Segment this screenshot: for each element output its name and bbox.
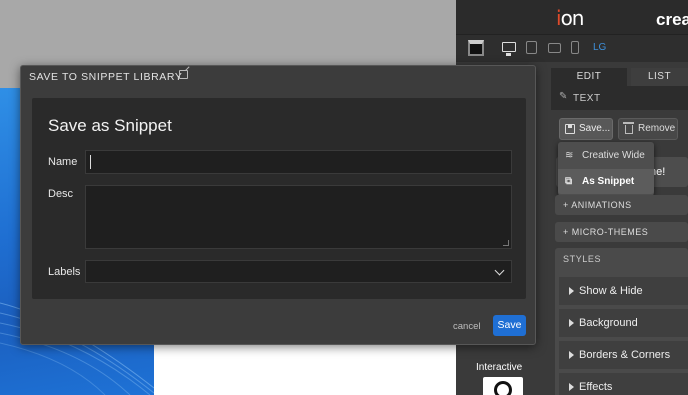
text-caret [90,155,91,169]
style-row-show-hide[interactable]: Show & Hide [559,277,688,305]
desc-textarea[interactable] [85,185,512,249]
style-row-effects[interactable]: Effects [559,373,688,395]
expand-triangle-icon [569,383,574,391]
expand-triangle-icon [569,287,574,295]
desc-label: Desc [48,188,74,200]
tablet-icon[interactable] [526,41,537,54]
desktop-icon[interactable] [502,42,516,56]
save-dropdown-menu: ≋ Creative Wide ⧉ As Snippet [558,142,654,196]
style-row-label: Effects [579,381,613,393]
micro-themes-section[interactable]: + MICRO-THEMES [555,222,688,242]
play-icon [494,381,512,395]
expand-triangle-icon [569,319,574,327]
remove-button[interactable]: Remove [618,118,678,140]
tab-edit[interactable]: EDIT [551,68,627,86]
style-row-borders-corners[interactable]: Borders & Corners [559,341,688,369]
save-snippet-dialog: SAVE TO SNIPPET LIBRARY Save as Snippet … [20,65,536,345]
external-link-icon[interactable] [179,70,188,79]
animations-section[interactable]: + ANIMATIONS [555,195,688,215]
phone-icon[interactable] [571,41,579,54]
panel-header: ion crea [456,0,688,34]
labels-select[interactable] [85,260,512,283]
tab-list[interactable]: LIST [631,68,688,86]
save-button[interactable]: Save [493,315,526,336]
menu-item-label: As Snippet [582,176,635,187]
logo-rest: on [560,6,585,30]
device-lg-label[interactable]: LG [593,42,606,53]
dialog-title: SAVE TO SNIPPET LIBRARY [29,71,183,83]
tablet-landscape-icon[interactable] [548,43,561,53]
canvas-toggle-icon[interactable] [468,40,484,56]
styles-heading: STYLES [563,254,602,264]
creative-wide-icon: ≋ [565,150,574,161]
brand-text: crea [656,10,688,29]
pencil-icon: ✎ [559,91,568,102]
floppy-icon [565,124,575,134]
style-row-label: Show & Hide [579,285,643,297]
menu-item-label: Creative Wide [582,150,645,161]
trash-icon [623,122,634,134]
style-row-background[interactable]: Background [559,309,688,337]
expand-triangle-icon [569,351,574,359]
dialog-body: Save as Snippet Name Desc Labels [32,98,526,299]
save-snippet-button[interactable]: Save... [559,118,613,140]
resize-grip-icon[interactable] [503,240,509,246]
styles-panel: STYLES Show & Hide Background Borders & … [555,248,688,395]
dialog-heading: Save as Snippet [48,116,172,135]
interactive-label: Interactive [476,362,523,373]
cancel-button[interactable]: cancel [453,321,480,332]
style-row-label: Borders & Corners [579,349,671,361]
canvas-white-area [154,340,456,395]
chevron-down-icon [494,265,505,276]
snippet-icon: ⧉ [565,176,573,187]
name-input[interactable] [85,150,512,174]
device-bar: LG [456,34,688,62]
save-snippet-label: Save... [579,123,611,134]
logo: ion [556,6,585,30]
text-section-header: ✎ TEXT [551,86,688,110]
text-section-label: TEXT [573,93,601,104]
remove-label: Remove [638,123,676,134]
style-row-label: Background [579,317,638,329]
name-label: Name [48,156,78,168]
interactive-thumbnail[interactable] [483,377,523,395]
labels-label: Labels [48,266,81,278]
menu-item-creative-wide[interactable]: ≋ Creative Wide [558,143,654,168]
menu-item-as-snippet[interactable]: ⧉ As Snippet [558,169,654,194]
